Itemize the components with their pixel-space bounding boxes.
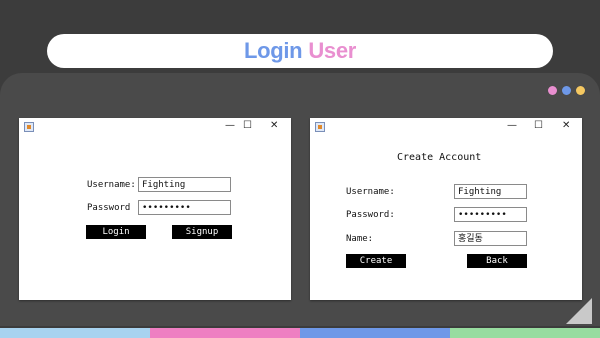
yellow-dot	[576, 86, 585, 95]
password-label: Password:	[346, 210, 395, 220]
create-button[interactable]: Create	[346, 254, 406, 268]
close-icon[interactable]: ✕	[562, 119, 570, 133]
blue-dot	[562, 86, 571, 95]
page-fold-corner	[566, 298, 592, 324]
page-title: Login User	[47, 34, 553, 68]
username-field[interactable]: Fighting	[454, 184, 527, 199]
color-stripes	[0, 328, 600, 338]
maximize-icon[interactable]: ☐	[243, 119, 252, 133]
create-window-titlebar: — ☐ ✕	[310, 118, 582, 135]
pink-dot	[548, 86, 557, 95]
window-dots	[548, 86, 585, 95]
login-button[interactable]: Login	[86, 225, 146, 239]
stripe-pink	[150, 328, 300, 338]
username-label: Username:	[87, 180, 136, 190]
create-account-window: — ☐ ✕ Create Account Username: Fighting …	[310, 118, 582, 300]
page-title-login: Login	[243, 38, 303, 63]
create-account-heading: Create Account	[397, 152, 482, 163]
password-label: Password	[87, 203, 131, 213]
name-field[interactable]: 홍길동	[454, 231, 527, 246]
password-field[interactable]: •••••••••	[138, 200, 231, 215]
username-label: Username:	[346, 187, 395, 197]
password-field[interactable]: •••••••••	[454, 207, 527, 222]
java-app-icon	[315, 122, 325, 132]
page-title-user: User	[308, 38, 357, 63]
stripe-green	[450, 328, 600, 338]
stripe-blue	[300, 328, 450, 338]
minimize-icon[interactable]: —	[507, 119, 517, 133]
username-field[interactable]: Fighting	[138, 177, 231, 192]
stripe-light-blue	[0, 328, 150, 338]
java-app-icon	[24, 122, 34, 132]
login-window: — ☐ ✕ Username: Fighting Password ••••••…	[19, 118, 291, 300]
close-icon[interactable]: ✕	[270, 119, 278, 133]
maximize-icon[interactable]: ☐	[534, 119, 543, 133]
signup-button[interactable]: Signup	[172, 225, 232, 239]
back-button[interactable]: Back	[467, 254, 527, 268]
login-window-titlebar: — ☐ ✕	[19, 118, 291, 135]
name-label: Name:	[346, 234, 374, 244]
minimize-icon[interactable]: —	[225, 119, 235, 133]
